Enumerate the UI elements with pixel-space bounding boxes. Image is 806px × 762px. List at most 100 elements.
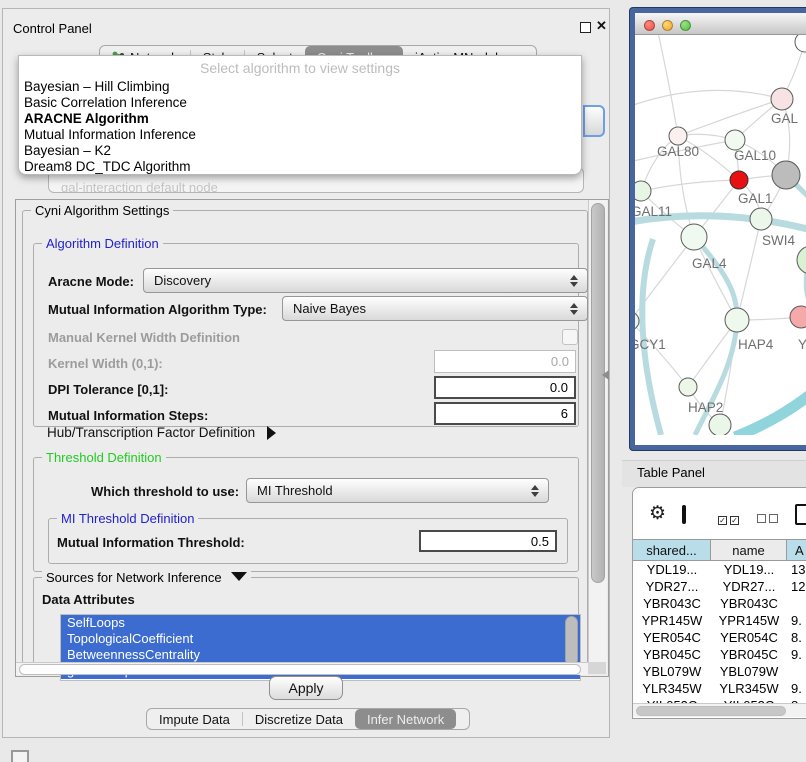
threshold-definition-title: Threshold Definition xyxy=(42,450,166,465)
gear-icon[interactable]: ⚙ xyxy=(649,502,666,525)
network-node[interactable] xyxy=(709,414,731,435)
spinner-arrows-icon xyxy=(570,303,578,315)
sources-group: Sources for Network Inference Data Attri… xyxy=(33,577,579,670)
manual-kernel-checkbox[interactable] xyxy=(562,329,578,345)
mi-type-label: Mutual Information Algorithm Type: xyxy=(48,302,267,317)
node-label: HAP4 xyxy=(738,337,774,352)
manual-kernel-label: Manual Kernel Width Definition xyxy=(48,330,240,345)
mac-minimize-button[interactable] xyxy=(662,20,673,31)
network-canvas[interactable]: GAL GAL80 GAL10 GAL1 GAL11 SWI4 GAL4 GCY… xyxy=(635,35,806,435)
columns-icon[interactable] xyxy=(682,505,686,524)
which-threshold-combo[interactable]: MI Threshold xyxy=(246,478,549,503)
table-hscrollbar[interactable] xyxy=(633,703,806,717)
algorithm-definition-group: Algorithm Definition Aracne Mode: Discov… xyxy=(33,243,579,427)
network-node[interactable] xyxy=(772,161,800,189)
table-panel-title: Table Panel xyxy=(637,465,705,480)
column-header[interactable]: name xyxy=(711,539,787,561)
node-label: GAL11 xyxy=(635,204,672,219)
mac-zoom-button[interactable] xyxy=(680,20,691,31)
close-icon[interactable]: ✕ xyxy=(596,18,607,34)
dropdown-item[interactable]: Basic Correlation Inference xyxy=(24,95,187,110)
float-window-icon[interactable] xyxy=(580,22,591,33)
mi-threshold-field[interactable] xyxy=(419,530,557,552)
float-panel-icon[interactable] xyxy=(11,750,29,762)
list-scrollbar-thumb[interactable] xyxy=(565,616,578,666)
network-node[interactable] xyxy=(795,35,806,52)
hub-tf-definition-toggle[interactable]: Hub/Transcription Factor Definition xyxy=(47,425,276,440)
tab-impute-data[interactable]: Impute Data xyxy=(147,709,242,729)
deselect-all-columns-icon[interactable] xyxy=(757,511,778,526)
network-view-window: GAL GAL80 GAL10 GAL1 GAL11 SWI4 GAL4 GCY… xyxy=(630,8,806,450)
bottom-tabbar: Impute Data Discretize Data Infer Networ… xyxy=(146,708,470,730)
apply-button[interactable]: Apply xyxy=(269,676,343,700)
dpi-tolerance-field[interactable] xyxy=(434,376,576,399)
dropdown-item[interactable]: Mutual Information Inference xyxy=(24,127,196,142)
document-icon[interactable] xyxy=(795,504,806,525)
tab-discretize-data[interactable]: Discretize Data xyxy=(243,709,355,729)
dropdown-item[interactable]: Bayesian – Hill Climbing xyxy=(24,79,170,94)
network-window-titlebar[interactable] xyxy=(635,13,806,35)
node-label: HAP2 xyxy=(688,400,723,415)
network-node[interactable] xyxy=(771,88,793,110)
network-node[interactable] xyxy=(635,312,639,330)
algorithm-combo-focus-ring[interactable] xyxy=(583,105,605,137)
network-node[interactable] xyxy=(725,130,745,150)
mac-close-button[interactable] xyxy=(644,20,655,31)
mi-threshold-group: MI Threshold Definition Mutual Informati… xyxy=(48,518,568,564)
network-node[interactable] xyxy=(679,378,697,396)
mi-type-combo[interactable]: Naive Bayes xyxy=(282,296,588,321)
network-node[interactable] xyxy=(635,181,651,201)
network-node-selected[interactable] xyxy=(730,171,748,189)
algorithm-definition-title: Algorithm Definition xyxy=(42,236,163,251)
cyni-algorithm-settings-title: Cyni Algorithm Settings xyxy=(31,203,173,218)
dropdown-item[interactable]: Bayesian – K2 xyxy=(24,143,111,158)
column-header[interactable]: shared... xyxy=(633,539,711,561)
tab-infer-network[interactable]: Infer Network xyxy=(355,709,456,729)
aracne-mode-combo[interactable]: Discovery xyxy=(143,268,588,293)
control-panel-title: Control Panel xyxy=(13,21,92,36)
settings-hscrollbar[interactable] xyxy=(16,662,588,675)
sources-title[interactable]: Sources for Network Inference xyxy=(42,570,251,585)
triangle-down-icon xyxy=(231,572,247,581)
table-header-row: shared... name A xyxy=(633,539,806,561)
dropdown-placeholder: Select algorithm to view settings xyxy=(19,60,581,76)
network-node[interactable] xyxy=(750,208,772,230)
panel-collapse-arrow-icon[interactable] xyxy=(602,370,609,380)
network-node[interactable] xyxy=(681,224,707,250)
node-label: Y xyxy=(798,337,806,352)
table-hscrollbar-thumb[interactable] xyxy=(636,706,786,716)
network-node[interactable] xyxy=(790,306,806,328)
dropdown-item[interactable]: Dream8 DC_TDC Algorithm xyxy=(24,159,191,174)
dropdown-item-selected[interactable]: ARACNE Algorithm xyxy=(24,111,149,126)
list-item[interactable]: SelfLoops xyxy=(61,615,580,631)
triangle-right-icon xyxy=(267,426,276,440)
network-node-labels: GAL GAL80 GAL10 GAL1 GAL11 SWI4 GAL4 GCY… xyxy=(635,111,806,415)
node-label: GCY1 xyxy=(635,337,666,352)
node-label: GAL1 xyxy=(738,191,773,206)
aracne-mode-label: Aracne Mode: xyxy=(48,274,134,289)
network-node[interactable] xyxy=(797,246,806,274)
desktop: Control Panel ✕ Network Style xyxy=(0,0,806,762)
select-all-columns-icon[interactable]: ✓✓ xyxy=(718,511,739,526)
dpi-tolerance-label: DPI Tolerance [0,1]: xyxy=(48,382,168,397)
network-node[interactable] xyxy=(669,127,687,145)
network-node[interactable] xyxy=(725,308,749,332)
settings-vscrollbar-thumb[interactable] xyxy=(591,203,605,583)
mi-steps-field[interactable] xyxy=(434,402,576,425)
spinner-arrows-icon xyxy=(570,275,578,287)
mi-threshold-title: MI Threshold Definition xyxy=(57,511,198,526)
settings-vscrollbar[interactable] xyxy=(588,200,607,674)
list-item[interactable]: BetweennessCentrality xyxy=(61,647,580,663)
kernel-width-label: Kernel Width (0,1): xyxy=(48,356,163,371)
cyni-algorithm-settings-group: Cyni Algorithm Settings Algorithm Defini… xyxy=(22,210,588,670)
list-item[interactable]: TopologicalCoefficient xyxy=(61,631,580,647)
table-panel-window: ⚙ ✓✓ shared... name A YDL19...YDL19...13… xyxy=(632,487,806,719)
column-header[interactable]: A xyxy=(787,539,806,561)
settings-hscrollbar-thumb[interactable] xyxy=(19,664,581,675)
node-label: GAL4 xyxy=(692,256,727,271)
scroll-corner xyxy=(588,662,606,674)
mi-threshold-label: Mutual Information Threshold: xyxy=(57,535,245,550)
settings-scrollpane: Cyni Algorithm Settings Algorithm Defini… xyxy=(15,199,609,677)
kernel-width-field[interactable] xyxy=(434,350,576,373)
table-toolbar: ⚙ ✓✓ xyxy=(633,488,806,538)
